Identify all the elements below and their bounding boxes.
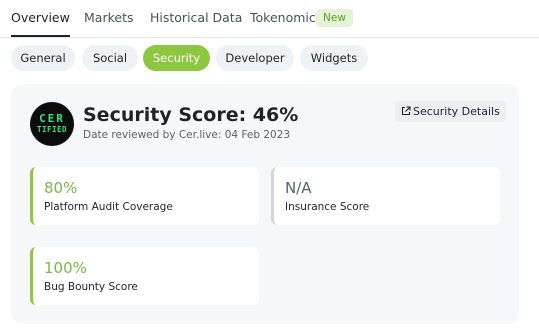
subtab-general[interactable]: General	[11, 45, 75, 71]
subtab-developer[interactable]: Developer	[216, 45, 294, 71]
security-score-title: Security Score: 46%	[83, 104, 299, 126]
metric-label: Insurance Score	[285, 201, 370, 213]
security-details-button[interactable]: Security Details	[395, 101, 506, 122]
external-link-icon	[401, 106, 411, 116]
metric-card-platform-audit: 80% Platform Audit Coverage	[30, 167, 259, 225]
review-date: Date reviewed by Cer.live: 04 Feb 2023	[83, 129, 291, 141]
tab-markets[interactable]: Markets	[84, 10, 133, 25]
subtab-security[interactable]: Security	[143, 45, 210, 71]
metric-card-bug-bounty: 100% Bug Bounty Score	[30, 247, 259, 305]
subtab-social[interactable]: Social	[82, 45, 138, 71]
new-badge: New	[316, 9, 353, 27]
tab-overview[interactable]: Overview	[11, 10, 70, 37]
tab-tokenomics[interactable]: Tokenomics	[250, 10, 322, 25]
metric-label: Bug Bounty Score	[44, 281, 138, 293]
metric-value: 100%	[44, 259, 87, 277]
security-details-label: Security Details	[413, 105, 500, 118]
metric-label: Platform Audit Coverage	[44, 201, 173, 213]
logo-line-1: CER	[39, 112, 65, 125]
metric-card-insurance: N/A Insurance Score	[271, 167, 500, 225]
tab-historical-data[interactable]: Historical Data	[150, 10, 242, 25]
logo-line-2: TIFIED	[36, 125, 68, 134]
certified-logo: CER TIFIED	[30, 102, 74, 146]
top-tab-bar: Overview Markets Historical Data Tokenom…	[0, 0, 539, 38]
subtab-widgets[interactable]: Widgets	[300, 45, 368, 71]
metric-value: 80%	[44, 179, 78, 197]
metric-value: N/A	[285, 179, 312, 197]
